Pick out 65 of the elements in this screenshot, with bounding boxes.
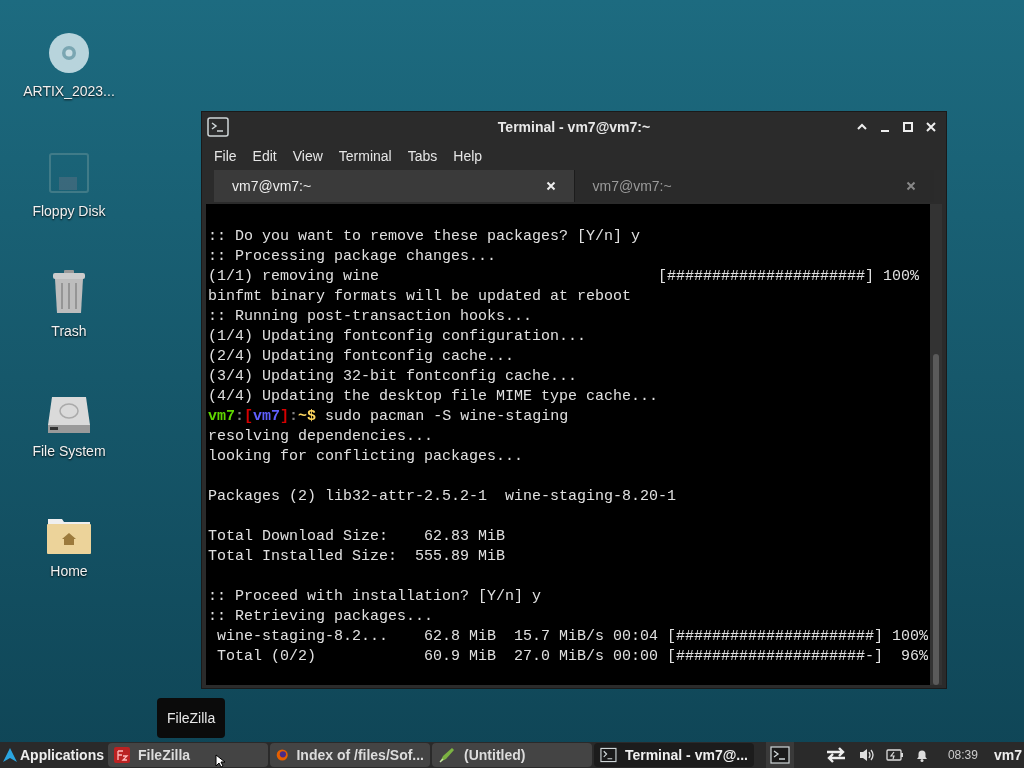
tooltip: FileZilla bbox=[157, 698, 226, 738]
terminal-icon bbox=[600, 747, 617, 763]
menu-item[interactable]: File bbox=[207, 145, 244, 167]
terminal-line: Total Installed Size: 555.89 MiB bbox=[208, 547, 507, 567]
prompt-text: : bbox=[235, 407, 245, 427]
prompt-text: : bbox=[289, 407, 299, 427]
app-icon bbox=[114, 747, 130, 763]
terminal-line: resolving dependencies... bbox=[208, 427, 435, 447]
taskbar-button[interactable]: FileZilla bbox=[108, 743, 268, 767]
tab-close-icon[interactable] bbox=[906, 181, 916, 191]
menu-item[interactable]: Help bbox=[446, 145, 490, 167]
terminal-tab[interactable]: vm7@vm7:~ bbox=[214, 170, 574, 202]
terminal-line: Total (0/2) 60.9 MiB 27.0 MiB/s 00:00 [#####################-] 96% bbox=[216, 647, 930, 667]
terminal-line: (1/4) Updating fontconfig configuration... bbox=[208, 327, 588, 347]
terminal-line: :: Proceed with installation? [Y/n] y bbox=[208, 587, 543, 607]
desktop-icon-label[interactable]: Trash bbox=[51, 321, 87, 342]
menu-item[interactable]: Terminal bbox=[331, 145, 399, 167]
command-text: sudo pacman -S wine-staging bbox=[324, 407, 569, 427]
prompt-text: ] bbox=[280, 407, 290, 427]
hard-drive-icon[interactable] bbox=[46, 395, 92, 435]
terminal-line: :: Do you want to remove these packages? [Y/n] y bbox=[208, 227, 642, 247]
volume-icon[interactable] bbox=[857, 747, 876, 763]
scrollbar-thumb[interactable] bbox=[933, 354, 939, 685]
terminal-line: Total Download Size: 62.83 MiB bbox=[208, 527, 507, 547]
terminal-icon bbox=[770, 746, 790, 764]
terminal-line: :: Processing package changes... bbox=[208, 247, 498, 267]
prompt-text: [ bbox=[244, 407, 254, 427]
applications-menu[interactable]: Applications bbox=[0, 742, 108, 768]
prompt-text: vm7 bbox=[208, 407, 235, 427]
artix-logo-icon bbox=[2, 747, 18, 763]
taskbar-button[interactable]: Terminal - vm7@... bbox=[594, 743, 754, 767]
clock[interactable]: 08:39 bbox=[947, 746, 978, 764]
window-title: Terminal - vm7@vm7:~ bbox=[497, 117, 651, 137]
terminal-line: (1/1) removing wine [######################] 100% bbox=[208, 267, 921, 287]
desktop-icon-label[interactable]: ARTIX_2023... bbox=[23, 81, 115, 102]
mouse-cursor-icon bbox=[215, 754, 226, 768]
terminal-line: (4/4) Updating the desktop file MIME type cache... bbox=[208, 387, 660, 407]
battery-icon[interactable] bbox=[885, 749, 904, 761]
menu-item[interactable]: Tabs bbox=[400, 145, 445, 167]
trash-icon[interactable] bbox=[51, 269, 87, 315]
terminal-line: Packages (2) lib32-attr-2.5.2-1 wine-staging-8.20-1 bbox=[208, 487, 678, 507]
user-name[interactable]: vm7 bbox=[993, 744, 1022, 766]
prompt-text: vm7 bbox=[253, 407, 281, 427]
disc-icon[interactable] bbox=[47, 31, 91, 75]
prompt-text: ~$ bbox=[298, 407, 317, 427]
terminal-icon bbox=[207, 117, 229, 137]
menu-item[interactable]: View bbox=[285, 145, 330, 167]
terminal-line: binfmt binary formats will be updated at reboot bbox=[208, 287, 633, 307]
terminal-line: wine-staging-8.2... 62.8 MiB 15.7 MiB/s 00:04 [######################] 100% bbox=[216, 627, 930, 647]
terminal-line: (3/4) Updating 32-bit fontconfig cache... bbox=[208, 367, 579, 387]
terminal-line: (2/4) Updating fontconfig cache... bbox=[208, 347, 516, 367]
pen-icon bbox=[438, 746, 456, 764]
taskbar-button[interactable]: Index of /files/Sof... bbox=[270, 743, 430, 767]
desktop-icon-label[interactable]: Floppy Disk bbox=[32, 201, 106, 222]
terminal-tab[interactable]: vm7@vm7:~ bbox=[573, 170, 934, 202]
taskbar-button[interactable]: (Untitled) bbox=[432, 743, 592, 767]
menu-item[interactable]: Edit bbox=[245, 145, 284, 167]
close-icon[interactable] bbox=[924, 120, 938, 134]
maximize-icon[interactable] bbox=[901, 120, 915, 134]
terminal-launcher[interactable] bbox=[766, 742, 794, 768]
terminal-line: :: Running post-transaction hooks... bbox=[208, 307, 534, 327]
terminal-line: :: Retrieving packages... bbox=[208, 607, 435, 627]
desktop-icon-label[interactable]: File System bbox=[32, 441, 106, 462]
terminal-line: looking for conflicting packages... bbox=[208, 447, 525, 467]
desktop-icon-label[interactable]: Home bbox=[50, 561, 88, 582]
